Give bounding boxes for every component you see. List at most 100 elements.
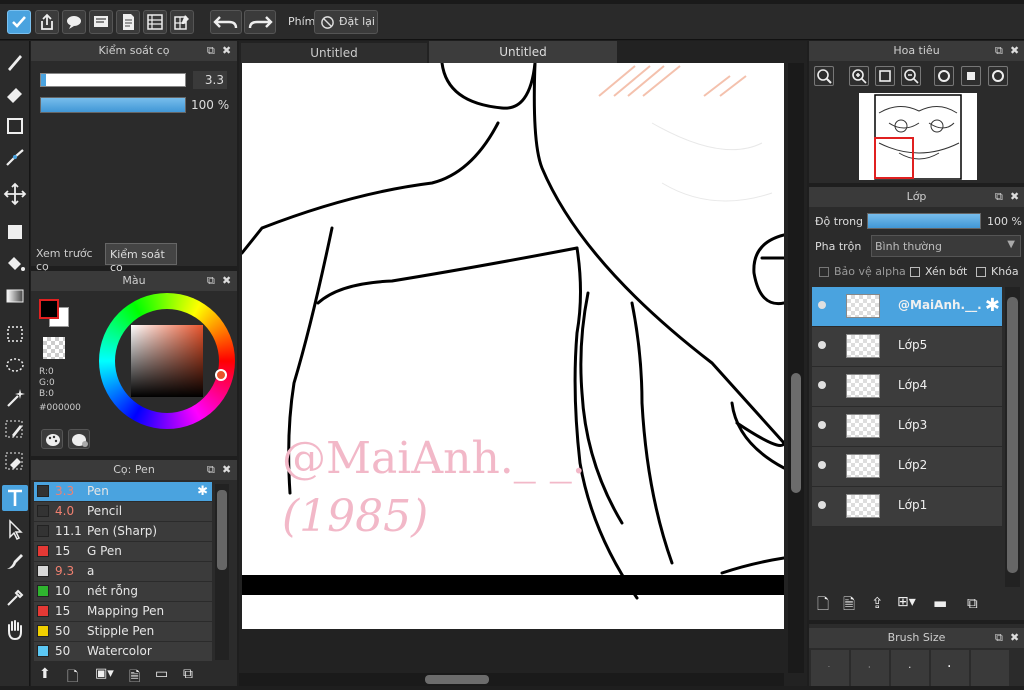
import-layer-icon[interactable]: ⇪ bbox=[871, 594, 884, 612]
tab-untitled-2[interactable]: Untitled bbox=[429, 41, 617, 63]
close-icon[interactable]: ✖ bbox=[1010, 628, 1019, 648]
line-tool[interactable] bbox=[2, 145, 28, 171]
eyedropper-tool[interactable] bbox=[2, 585, 28, 611]
brush-menu-icon[interactable]: ▣▾ bbox=[95, 666, 114, 681]
palette-add-button[interactable] bbox=[68, 429, 90, 449]
lasso-tool[interactable] bbox=[2, 353, 28, 379]
new-layer-menu-icon[interactable]: 🗎 bbox=[843, 594, 855, 619]
new-layer-icon[interactable]: 🗋 bbox=[817, 594, 829, 619]
brush-size-cell-5[interactable] bbox=[971, 650, 1009, 686]
layer-list-scrollbar[interactable] bbox=[1005, 287, 1020, 587]
visibility-icon[interactable] bbox=[818, 341, 826, 349]
select-pen-tool[interactable] bbox=[2, 417, 28, 443]
popout-icon[interactable]: ⧉ bbox=[995, 187, 1003, 207]
close-icon[interactable]: ✖ bbox=[1010, 187, 1019, 207]
rectangle-tool[interactable] bbox=[2, 113, 28, 139]
share-button[interactable] bbox=[35, 10, 59, 34]
text-tool[interactable] bbox=[2, 485, 28, 511]
brush-size-cell-3[interactable]: · bbox=[891, 650, 929, 686]
rotate-right-button[interactable] bbox=[988, 66, 1008, 86]
fit-button[interactable] bbox=[875, 66, 895, 86]
edit-grid-button[interactable] bbox=[170, 10, 194, 34]
brush-size-slider[interactable] bbox=[40, 73, 186, 87]
brush-size-cell-2[interactable]: · bbox=[851, 650, 889, 686]
gear-icon[interactable]: ✱ bbox=[197, 482, 208, 501]
document-button[interactable] bbox=[116, 10, 140, 34]
canvas-horizontal-scroll-thumb[interactable] bbox=[425, 675, 489, 684]
canvas-horizontal-scrollbar[interactable] bbox=[239, 673, 784, 686]
popout-icon[interactable]: ⧉ bbox=[995, 41, 1003, 61]
brush-opacity-slider[interactable] bbox=[40, 97, 186, 113]
zoom-actual-button[interactable] bbox=[814, 66, 834, 86]
layer-row[interactable]: Lớp1 bbox=[812, 487, 1002, 527]
visibility-icon[interactable] bbox=[818, 421, 826, 429]
brush-settings-icon[interactable]: 🗎 bbox=[129, 666, 140, 690]
tab-brush-control[interactable]: Kiểm soát cọ bbox=[105, 243, 177, 274]
lock-checkbox[interactable] bbox=[976, 267, 986, 277]
navigator-preview[interactable] bbox=[859, 93, 977, 180]
note-button[interactable] bbox=[89, 10, 113, 34]
layer-folder-icon[interactable]: ▬ bbox=[933, 594, 947, 612]
drawing-canvas[interactable]: @MaiAnh._ _. (1985) bbox=[242, 63, 784, 629]
brush-tool[interactable] bbox=[2, 49, 28, 75]
smudge-tool[interactable] bbox=[2, 549, 28, 575]
hue-ring[interactable] bbox=[99, 293, 235, 429]
brush-size-value-box[interactable]: 3.3 bbox=[193, 71, 227, 89]
popout-icon[interactable]: ⧉ bbox=[995, 628, 1003, 648]
reset-view-button[interactable] bbox=[961, 66, 981, 86]
add-layer-dropdown-icon[interactable]: ⊞▾ bbox=[897, 594, 916, 610]
popout-icon[interactable]: ⧉ bbox=[207, 41, 215, 61]
brush-list-scroll-thumb[interactable] bbox=[217, 490, 227, 570]
gear-icon[interactable]: ✱ bbox=[985, 295, 1000, 316]
new-brush-icon[interactable]: 🗋 bbox=[67, 666, 78, 690]
visibility-icon[interactable] bbox=[818, 501, 826, 509]
gradient-tool[interactable] bbox=[2, 283, 28, 309]
eraser-tool[interactable] bbox=[2, 81, 28, 107]
zoom-out-button[interactable] bbox=[901, 66, 921, 86]
undo-button[interactable] bbox=[210, 10, 242, 34]
move-tool[interactable] bbox=[2, 181, 28, 207]
brush-list-item[interactable]: 4.0 Pencil bbox=[34, 502, 212, 521]
tab-untitled-1[interactable]: Untitled bbox=[241, 43, 427, 63]
popout-icon[interactable]: ⧉ bbox=[207, 271, 215, 291]
brush-list-item[interactable]: 50 Stipple Pen bbox=[34, 622, 212, 641]
duplicate-icon[interactable]: ⧉ bbox=[183, 666, 193, 682]
layer-row[interactable]: Lớp4 bbox=[812, 367, 1002, 407]
layer-opacity-slider[interactable] bbox=[867, 213, 981, 229]
brush-list-item[interactable]: 11.1 Pen (Sharp) bbox=[34, 522, 212, 541]
close-icon[interactable]: ✖ bbox=[1010, 41, 1019, 61]
clipping-checkbox[interactable] bbox=[910, 267, 920, 277]
brush-size-cell-1[interactable]: · bbox=[811, 650, 849, 686]
select-rect-tool[interactable] bbox=[2, 321, 28, 347]
magic-wand-tool[interactable] bbox=[2, 385, 28, 411]
layer-row[interactable]: @MaiAnh.__. ✱ bbox=[812, 287, 1002, 327]
layer-list-button[interactable] bbox=[143, 10, 167, 34]
brush-list-item[interactable]: 15 Mapping Pen bbox=[34, 602, 212, 621]
brush-list-scrollbar[interactable] bbox=[215, 484, 229, 660]
fill-rect-tool[interactable] bbox=[2, 219, 28, 245]
zoom-in-button[interactable] bbox=[849, 66, 869, 86]
transparent-swatch[interactable] bbox=[43, 337, 65, 359]
bucket-tool[interactable] bbox=[2, 251, 28, 277]
layer-row[interactable]: Lớp5 bbox=[812, 327, 1002, 367]
close-icon[interactable]: ✖ bbox=[222, 41, 231, 61]
layer-row[interactable]: Lớp2 bbox=[812, 447, 1002, 487]
check-button[interactable] bbox=[7, 10, 31, 34]
brush-list-item[interactable]: 9.3 a bbox=[34, 562, 212, 581]
redo-button[interactable] bbox=[244, 10, 276, 34]
brush-list-item[interactable]: 10 nét rỗng bbox=[34, 582, 212, 601]
download-brush-icon[interactable]: ⬆ bbox=[39, 666, 51, 682]
folder-icon[interactable]: ▭ bbox=[155, 666, 168, 682]
reset-button[interactable]: Đặt lại bbox=[314, 10, 378, 34]
visibility-icon[interactable] bbox=[818, 461, 826, 469]
operation-tool[interactable] bbox=[2, 517, 28, 543]
canvas-vertical-scroll-thumb[interactable] bbox=[791, 373, 801, 493]
hue-ring-handle[interactable] bbox=[215, 369, 227, 381]
visibility-icon[interactable] bbox=[818, 301, 826, 309]
palette-button[interactable] bbox=[41, 429, 63, 449]
comment-button[interactable] bbox=[62, 10, 86, 34]
rotate-left-button[interactable] bbox=[934, 66, 954, 86]
brush-list-item[interactable]: 3.3 Pen ✱ bbox=[34, 482, 212, 501]
brush-list-item[interactable]: 15 G Pen bbox=[34, 542, 212, 561]
layer-row[interactable]: Lớp3 bbox=[812, 407, 1002, 447]
